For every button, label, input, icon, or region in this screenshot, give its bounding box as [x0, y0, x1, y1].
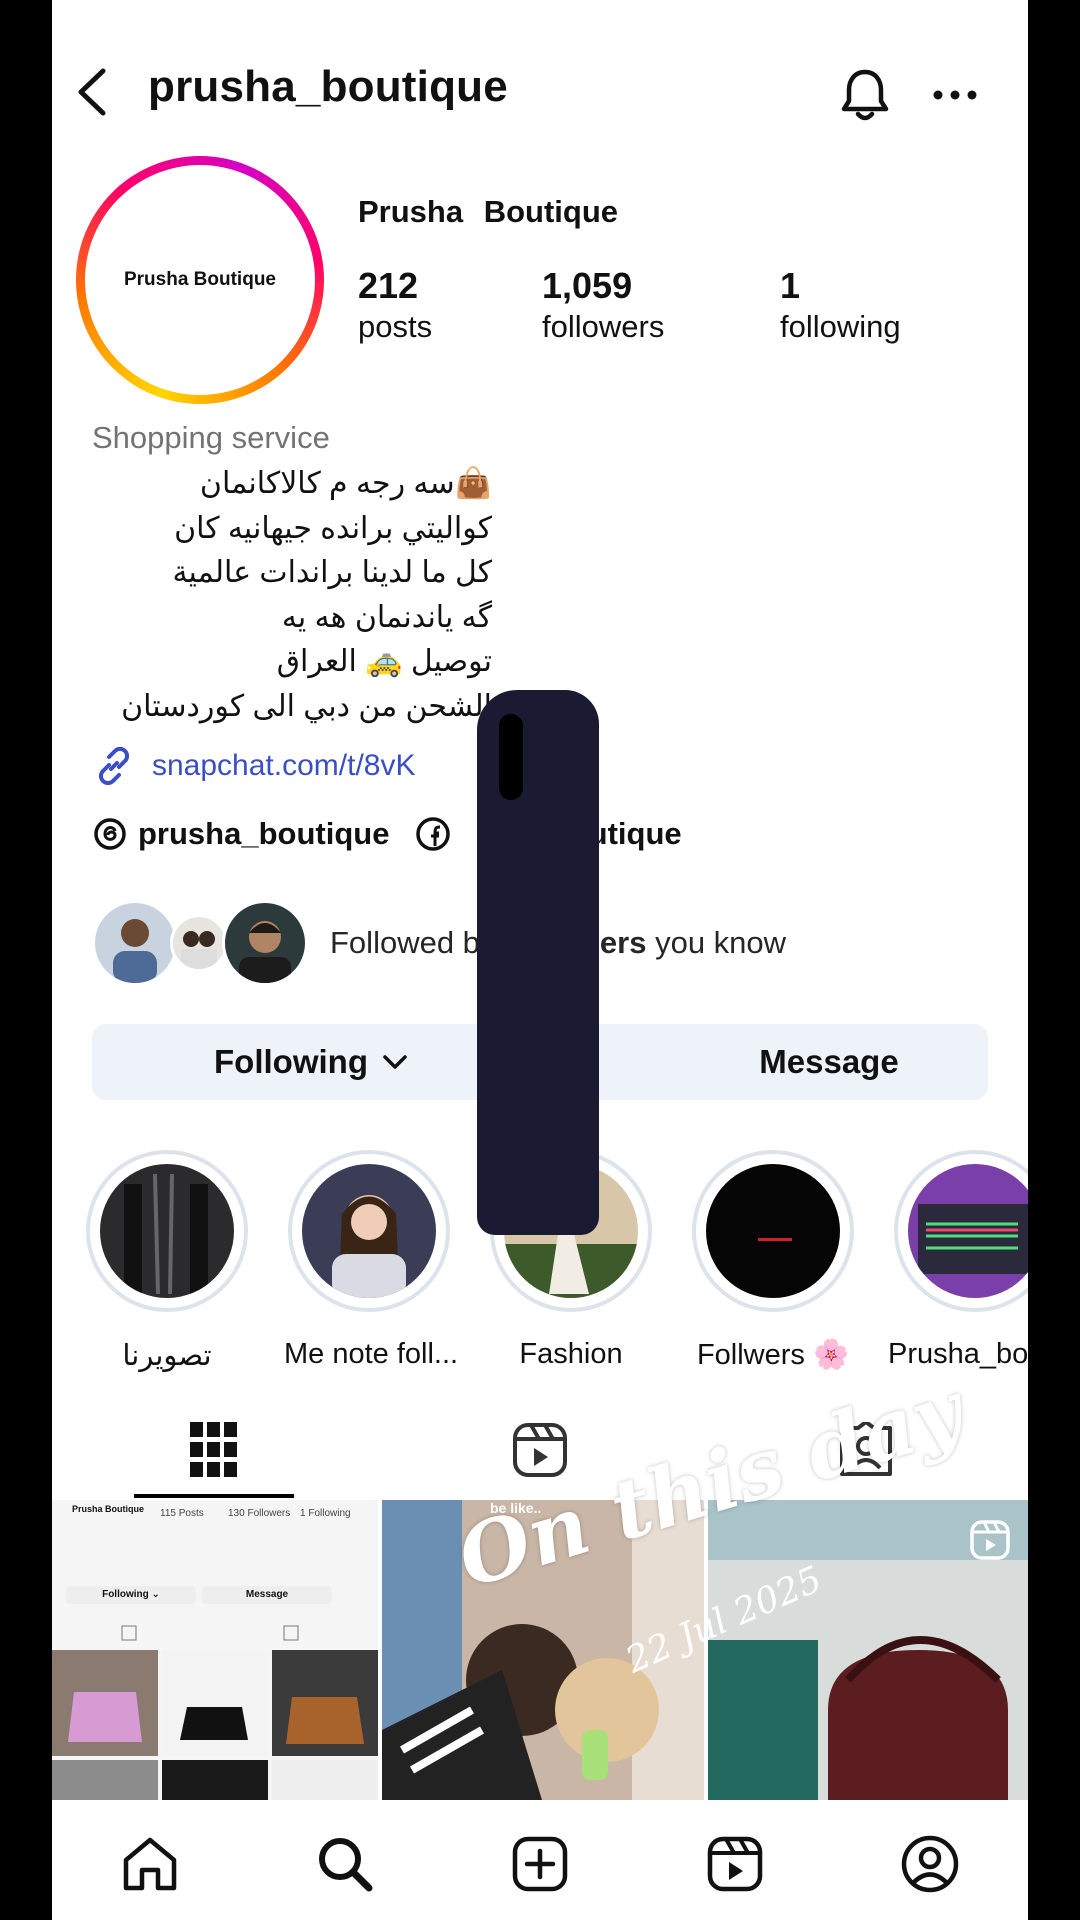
- post-products-image: [52, 1625, 378, 1800]
- nav-home[interactable]: [110, 1824, 190, 1904]
- post-thumbnail[interactable]: Prusha Boutique 115 Posts 130 Followers …: [52, 1500, 378, 1800]
- highlight-item[interactable]: Prusha_bo: [888, 1150, 1028, 1371]
- back-button[interactable]: [62, 62, 122, 122]
- highlight-ring: [894, 1150, 1028, 1312]
- followed-by-text-bold: ers: [599, 925, 647, 960]
- avatar-logo-text: Prusha Boutique: [123, 269, 276, 290]
- grid-icon: [190, 1422, 237, 1477]
- add-post-icon: [512, 1836, 568, 1892]
- profile-category: Shopping service: [92, 420, 330, 455]
- profile-username: prusha_boutique: [148, 62, 508, 111]
- mutual-follower-avatar: [170, 914, 228, 972]
- post-brand-text: Prusha Boutique: [72, 1504, 145, 1514]
- mutual-follower-avatar: [222, 900, 308, 986]
- highlight-label: Fashion: [519, 1338, 623, 1370]
- highlight-cover: [908, 1164, 1028, 1298]
- facebook-icon: [416, 817, 451, 851]
- bio-link-text: snapchat.com/t/8vK: [152, 749, 416, 782]
- highlight-cover: [706, 1164, 840, 1298]
- redaction-overlay: [477, 690, 599, 1235]
- active-tab-indicator: [134, 1494, 294, 1498]
- message-button-label: Message: [759, 1043, 899, 1080]
- chevron-down-icon: [383, 1055, 407, 1069]
- nav-search[interactable]: [305, 1824, 385, 1904]
- stat-value: 212: [358, 265, 419, 306]
- reel-badge-icon: [970, 1520, 1010, 1560]
- threads-handle: prusha_boutique: [138, 816, 390, 851]
- home-icon: [123, 1837, 176, 1891]
- following-button-label: Following: [214, 1043, 368, 1080]
- highlight-label: Prusha_bo: [888, 1338, 1028, 1370]
- bio-text: 👜سه رجه م كالاكانمان كواليتي برانده جيها…: [92, 462, 492, 729]
- profile-icon: [902, 1835, 959, 1893]
- stat-label: followers: [542, 309, 665, 344]
- link-icon: [98, 746, 130, 786]
- social-links: prusha_boutique a Boutique: [92, 816, 708, 852]
- more-options-button[interactable]: [922, 62, 988, 128]
- following-count[interactable]: 1 following: [780, 265, 901, 347]
- bio-line: كل ما لدينا براندات عالمية: [172, 556, 492, 589]
- followed-by-text-start: Followed b: [330, 925, 480, 960]
- reels-icon: [707, 1836, 763, 1892]
- post-following-button: Following ⌄: [66, 1586, 196, 1604]
- bio-line: توصيل 🚕 العراق: [276, 645, 492, 678]
- stat-label: following: [780, 309, 901, 344]
- stat-value: 1,059: [542, 265, 633, 306]
- highlight-label: تصويرنا: [122, 1340, 212, 1372]
- highlight-cover: [302, 1164, 436, 1298]
- post-stat: 115 Posts: [160, 1508, 204, 1519]
- threads-link[interactable]: prusha_boutique: [92, 816, 389, 852]
- nav-reels[interactable]: [695, 1824, 775, 1904]
- profile-display-name: Prusha Boutique: [358, 194, 619, 229]
- nav-profile[interactable]: [890, 1824, 970, 1904]
- highlight-item[interactable]: تصويرنا: [82, 1150, 252, 1373]
- stat-value: 1: [780, 265, 801, 306]
- highlight-label: Me note foll...: [284, 1338, 459, 1370]
- nav-create[interactable]: [500, 1824, 580, 1904]
- message-button[interactable]: Message: [540, 1024, 988, 1100]
- threads-icon: [94, 818, 126, 850]
- bio-line: گه یاندنمان هه یه: [281, 600, 492, 634]
- redaction-shadow: [499, 714, 523, 800]
- stat-label: posts: [358, 309, 433, 344]
- highlight-label: Follwers 🌸: [696, 1339, 850, 1371]
- highlight-ring: [86, 1150, 248, 1312]
- tab-posts-grid[interactable]: [154, 1410, 274, 1490]
- back-arrow-icon: [78, 68, 106, 116]
- post-message-button: Message: [202, 1586, 332, 1604]
- search-icon: [318, 1838, 373, 1892]
- bio-line: الشحن من دبي الى كوردستان: [121, 689, 492, 723]
- bio-link[interactable]: snapchat.com/t/8vK: [92, 744, 415, 788]
- avatar-inner: Prusha Boutique: [85, 165, 315, 395]
- reels-icon: [513, 1423, 567, 1477]
- followers-count[interactable]: 1,059 followers: [542, 265, 664, 347]
- highlight-ring: [288, 1150, 450, 1312]
- highlight-ring: [692, 1150, 854, 1312]
- following-button[interactable]: Following: [92, 1024, 530, 1100]
- post-stat: 1 Following: [300, 1508, 351, 1519]
- highlight-item[interactable]: Me note foll...: [284, 1150, 459, 1371]
- posts-count[interactable]: 212 posts: [358, 265, 432, 347]
- bio-line: 👜سه رجه م كالاكانمان: [199, 467, 492, 500]
- post-thumbnail[interactable]: [708, 1500, 1028, 1800]
- bio-line: كواليتي برانده جيهانيه كان: [174, 511, 492, 545]
- more-icon: [933, 90, 977, 100]
- post-stat: 130 Followers: [228, 1508, 291, 1519]
- followed-by-row[interactable]: Followed b ers you know: [92, 900, 786, 986]
- notifications-button[interactable]: [832, 62, 898, 128]
- bottom-navigation: [52, 1808, 1028, 1920]
- bell-icon: [841, 69, 889, 121]
- highlight-item[interactable]: Follwers 🌸: [688, 1150, 858, 1372]
- profile-avatar[interactable]: Prusha Boutique: [76, 156, 324, 404]
- highlight-cover: [100, 1164, 234, 1298]
- instagram-profile-screen: prusha_boutique Prusha Boutique Prusha B…: [52, 0, 1028, 1920]
- followed-by-text-end: you know: [646, 925, 787, 960]
- mutual-follower-avatar: [92, 900, 178, 986]
